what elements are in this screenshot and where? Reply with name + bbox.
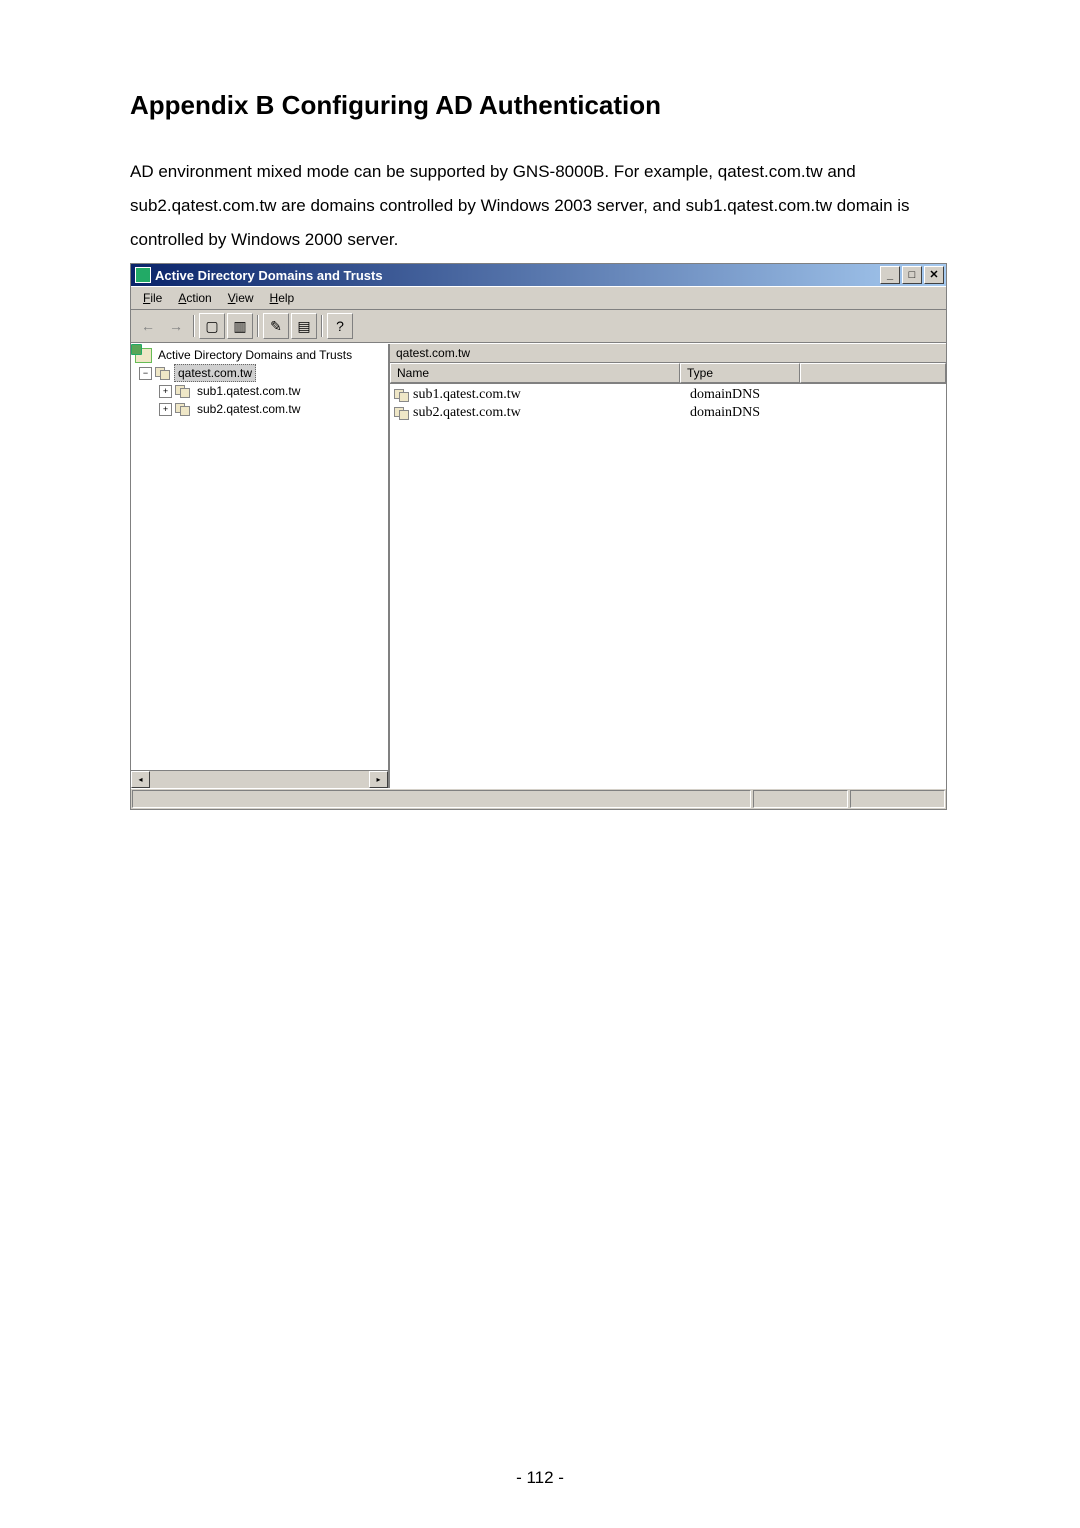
expander-plus-icon[interactable]: + [159,385,172,398]
help-button[interactable]: ? [327,313,353,339]
menu-action[interactable]: Action [170,289,219,307]
tree-item-label: sub1.qatest.com.tw [194,383,303,399]
toolbar-separator [193,315,195,337]
domain-icon [175,403,190,416]
list-pane-title: qatest.com.tw [390,344,946,363]
column-headers: Name Type [390,363,946,384]
domain-icon [394,389,409,402]
list-item[interactable]: sub1.qatest.com.tw domainDNS [390,386,946,404]
forward-button[interactable]: → [163,313,189,339]
tree-pane: Active Directory Domains and Trusts − qa… [131,344,390,788]
tree-body[interactable]: Active Directory Domains and Trusts − qa… [131,344,388,770]
column-header-type[interactable]: Type [680,363,800,383]
app-icon [135,267,151,283]
mmc-window: Active Directory Domains and Trusts _ □ … [130,263,947,810]
list-item-name: sub2.qatest.com.tw [413,405,521,421]
toolbar-separator [257,315,259,337]
domain-icon [155,367,170,380]
page-heading: Appendix B Configuring AD Authentication [130,90,950,121]
horizontal-scrollbar[interactable]: ◂ ▸ [131,770,388,788]
maximize-button[interactable]: □ [902,266,922,284]
folder-up-icon: ▢ [205,318,218,335]
status-main [132,790,751,808]
list-item[interactable]: sub2.qatest.com.tw domainDNS [390,404,946,422]
tree-item-label: qatest.com.tw [174,364,256,382]
list-pane: qatest.com.tw Name Type sub1.qatest.com.… [390,344,946,788]
tree-root[interactable]: Active Directory Domains and Trusts [131,346,388,364]
up-one-level-button[interactable]: ▢ [199,313,225,339]
status-slot [753,790,848,808]
window-title: Active Directory Domains and Trusts [155,268,880,283]
menu-bar: File Action View Help [131,286,946,309]
tree-root-label: Active Directory Domains and Trusts [155,347,355,363]
expander-minus-icon[interactable]: − [139,367,152,380]
page-number: - 112 - [0,1468,1080,1488]
scroll-right-button[interactable]: ▸ [369,771,388,788]
list-item-type: domainDNS [684,387,810,403]
arrow-right-icon: → [169,318,183,334]
help-icon: ? [336,318,344,334]
list-icon: ▥ [233,318,246,335]
properties-button[interactable]: ✎ [263,313,289,339]
menu-file[interactable]: File [135,289,170,307]
column-header-name[interactable]: Name [390,363,680,383]
tree-item-sub1[interactable]: + sub1.qatest.com.tw [131,382,388,400]
status-slot [850,790,945,808]
menu-help[interactable]: Help [262,289,303,307]
expander-plus-icon[interactable]: + [159,403,172,416]
split-panes: Active Directory Domains and Trusts − qa… [131,343,946,788]
list-body[interactable]: sub1.qatest.com.tw domainDNS sub2.qatest… [390,384,946,788]
scroll-left-button[interactable]: ◂ [131,771,150,788]
export-list-button[interactable]: ▤ [291,313,317,339]
export-icon: ▤ [297,318,310,335]
arrow-left-icon: ← [141,318,155,334]
toolbar-separator [321,315,323,337]
status-bar [131,788,946,809]
toolbar: ← → ▢ ▥ ✎ ▤ ? [131,309,946,343]
menu-view[interactable]: View [220,289,262,307]
properties-icon: ✎ [270,318,282,335]
list-item-type: domainDNS [684,405,810,421]
domain-icon [175,385,190,398]
titlebar[interactable]: Active Directory Domains and Trusts _ □ … [131,264,946,286]
domain-icon [394,407,409,420]
tree-item-qatest[interactable]: − qatest.com.tw [131,364,388,382]
minimize-button[interactable]: _ [880,266,900,284]
tree-item-label: sub2.qatest.com.tw [194,401,303,417]
list-item-name: sub1.qatest.com.tw [413,387,521,403]
tree-item-sub2[interactable]: + sub2.qatest.com.tw [131,400,388,418]
back-button[interactable]: ← [135,313,161,339]
close-button[interactable]: ✕ [924,266,944,284]
show-list-button[interactable]: ▥ [227,313,253,339]
ad-root-icon [135,348,152,363]
intro-paragraph: AD environment mixed mode can be support… [130,155,950,257]
column-header-blank[interactable] [800,363,946,383]
